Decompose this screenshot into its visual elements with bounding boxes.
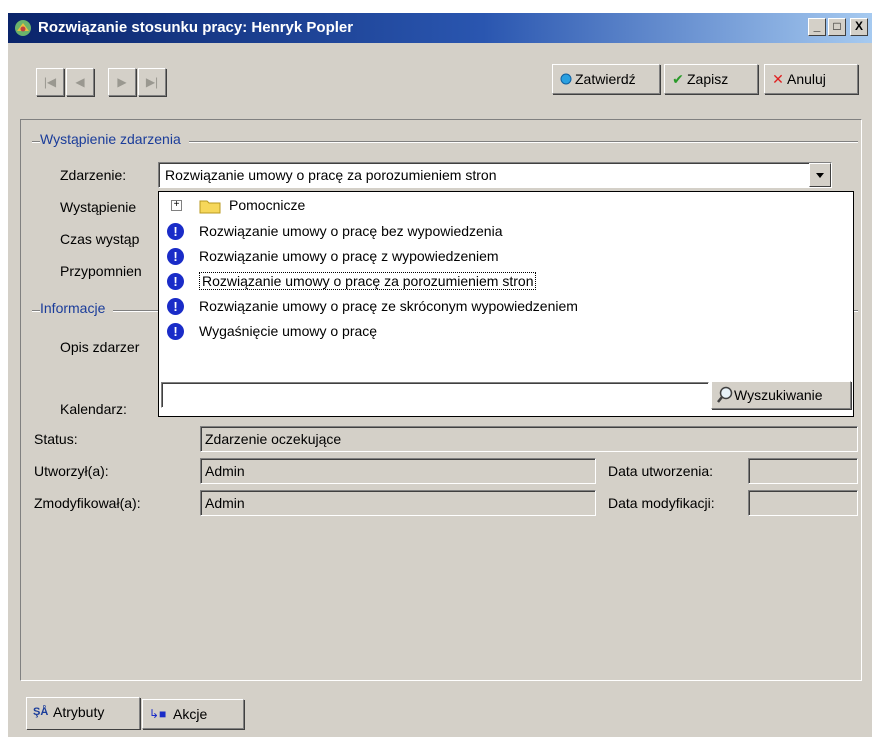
next-record-button[interactable]: ▶ xyxy=(108,68,136,96)
info-icon: ! xyxy=(167,223,184,240)
confirm-label: Zatwierdź xyxy=(575,71,636,87)
info-icon: ! xyxy=(167,248,184,265)
modified-by-label: Zmodyfikował(a): xyxy=(34,495,141,511)
dropdown-item[interactable]: Wygaśnięcie umowy o pracę xyxy=(199,321,377,343)
event-combobox-value: Rozwiązanie umowy o pracę za porozumieni… xyxy=(165,167,497,183)
tree-expand-icon[interactable]: + xyxy=(171,200,182,211)
event-label: Zdarzenie: xyxy=(60,167,127,183)
search-button-label: Wyszukiwanie xyxy=(734,387,823,403)
dropdown-item-label: Rozwiązanie umowy o pracę za porozumieni… xyxy=(199,272,537,290)
app-icon xyxy=(15,20,31,36)
modified-date-label: Data modyfikacji: xyxy=(608,495,715,511)
tab-akcje-label: Akcje xyxy=(173,706,208,722)
dropdown-item[interactable]: Rozwiązanie umowy o pracę z wypowiedzeni… xyxy=(199,246,499,268)
search-input[interactable] xyxy=(161,382,709,408)
folder-icon xyxy=(199,200,221,214)
tab-atrybuty-label: Atrybuty xyxy=(53,704,105,720)
magnifier-icon xyxy=(717,386,733,403)
window-title: Rozwiązanie stosunku pracy: Henryk Pople… xyxy=(38,19,354,36)
save-button[interactable]: ✔ Zapisz xyxy=(664,64,758,94)
confirm-icon xyxy=(559,65,573,93)
dropdown-arrow-icon[interactable] xyxy=(809,163,831,187)
info-icon: ! xyxy=(167,323,184,340)
minimize-button[interactable]: _ xyxy=(808,18,826,36)
status-label: Status: xyxy=(34,431,78,447)
info-icon: ! xyxy=(167,273,184,290)
first-record-button[interactable]: |◀ xyxy=(36,68,64,96)
last-record-button[interactable]: ▶| xyxy=(138,68,166,96)
status-field: Zdarzenie oczekujące xyxy=(200,426,858,452)
reminder-label: Przypomnien xyxy=(60,263,142,279)
event-dropdown-list: + Pomocnicze ! Rozwiązanie umowy o pracę … xyxy=(158,191,854,417)
created-by-field: Admin xyxy=(200,458,596,484)
created-date-field xyxy=(748,458,858,484)
dialog-window: Rozwiązanie stosunku pracy: Henryk Pople… xyxy=(8,13,872,737)
cancel-label: Anuluj xyxy=(787,71,826,87)
modified-date-field xyxy=(748,490,858,516)
created-date-label: Data utworzenia: xyxy=(608,463,714,479)
description-label: Opis zdarzer xyxy=(60,339,140,355)
dropdown-item-label: Rozwiązanie umowy o pracę ze skróconym w… xyxy=(199,298,578,314)
dropdown-item-label: Rozwiązanie umowy o pracę bez wypowiedze… xyxy=(199,223,503,239)
close-button[interactable]: X xyxy=(850,18,868,36)
tab-atrybuty[interactable]: ŞÅ Atrybuty xyxy=(26,697,140,729)
dropdown-item-label: Wygaśnięcie umowy o pracę xyxy=(199,323,378,339)
time-label: Czas wystąp xyxy=(60,231,140,247)
section-event-title: Wystąpienie zdarzenia xyxy=(40,131,189,147)
checkmark-icon: ✔ xyxy=(672,71,684,87)
event-combobox[interactable]: Rozwiązanie umowy o pracę za porozumieni… xyxy=(158,162,832,188)
title-bar[interactable]: Rozwiązanie stosunku pracy: Henryk Pople… xyxy=(8,13,872,43)
dropdown-item[interactable]: Rozwiązanie umowy o pracę bez wypowiedze… xyxy=(199,221,503,243)
tree-folder-pomocnicze[interactable]: Pomocnicze xyxy=(229,195,305,217)
calendar-label: Kalendarz: xyxy=(60,401,127,417)
confirm-button[interactable]: Zatwierdź xyxy=(552,64,660,94)
tab-akcje[interactable]: ↳■ Akcje xyxy=(142,699,244,729)
dropdown-item[interactable]: Rozwiązanie umowy o pracę ze skróconym w… xyxy=(199,296,578,318)
maximize-button[interactable]: □ xyxy=(828,18,846,36)
dropdown-item-label: Rozwiązanie umowy o pracę z wypowiedzeni… xyxy=(199,248,499,264)
created-by-label: Utworzył(a): xyxy=(34,463,109,479)
attributes-icon: ŞÅ xyxy=(33,706,49,718)
prev-record-button[interactable]: ◀ xyxy=(66,68,94,96)
info-icon: ! xyxy=(167,298,184,315)
section-info-title: Informacje xyxy=(40,300,114,316)
occurrence-label: Wystąpienie xyxy=(60,199,137,215)
dropdown-item[interactable]: Rozwiązanie umowy o pracę za porozumieni… xyxy=(199,271,537,293)
save-label: Zapisz xyxy=(687,71,729,87)
search-button[interactable]: Wyszukiwanie xyxy=(711,381,851,409)
cancel-button[interactable]: ✕ Anuluj xyxy=(764,64,858,94)
modified-by-field: Admin xyxy=(200,490,596,516)
actions-icon: ↳■ xyxy=(149,707,167,721)
cancel-x-icon: ✕ xyxy=(772,71,784,87)
